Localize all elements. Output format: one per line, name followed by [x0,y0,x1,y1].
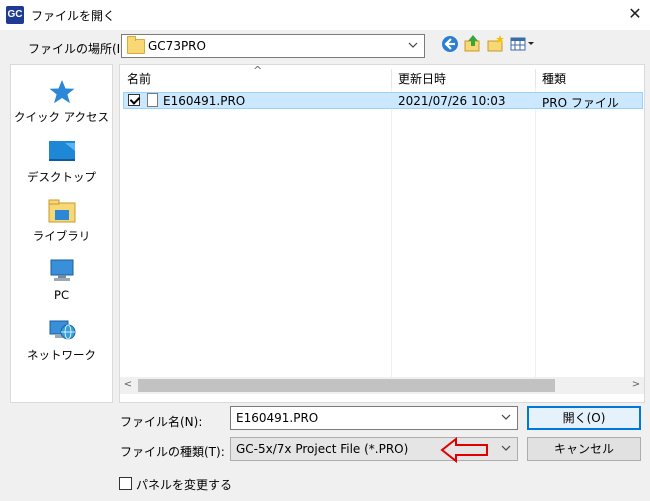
filetype-label: ファイルの種類(T): [120,445,225,459]
scroll-thumb[interactable] [138,379,555,392]
file-modified: 2021/07/26 10:03 [398,94,506,108]
annotation-arrow-icon [440,437,488,463]
filename-label: ファイル名(N): [120,415,203,429]
chevron-down-icon[interactable] [501,443,511,453]
sidebar-item-label: クイック アクセス [13,110,110,124]
sidebar-item-library[interactable]: ライブラリ [11,198,112,244]
desktop-icon [48,141,75,161]
close-icon: ✕ [628,4,642,23]
scroll-left-icon[interactable]: < [120,379,136,390]
window-title: ファイルを開く [31,9,116,23]
library-icon [48,199,75,223]
file-type: PRO ファイル [542,96,619,110]
panel-checkbox[interactable] [119,477,132,490]
column-header-name[interactable]: 名前 [127,70,151,88]
filename-value: E160491.PRO [236,411,319,425]
column-divider[interactable] [535,69,536,87]
column-header-type[interactable]: 種類 [542,70,566,88]
star-icon [49,80,74,104]
view-menu-icon[interactable] [509,34,537,54]
sidebar-item-label: ライブラリ [32,229,91,243]
file-name[interactable]: E160491.PRO [163,94,245,108]
open-button[interactable]: 開く(O) [527,406,641,430]
horizontal-scrollbar[interactable]: < > [120,377,644,394]
file-list[interactable]: ^ 名前 更新日時 種類 E160491.PRO 2021/07/26 10:0… [119,64,645,403]
column-header-modified[interactable]: 更新日時 [398,70,446,88]
location-label: ファイルの場所(I): [28,42,129,56]
file-icon [147,93,158,107]
cancel-button[interactable]: キャンセル [527,437,641,461]
sidebar-item-pc[interactable]: PC [11,258,112,302]
column-guide [391,87,392,377]
sidebar-item-label: デスクトップ [27,170,96,184]
location-combo[interactable]: GC73PRO [121,34,425,58]
scroll-right-icon[interactable]: > [628,379,644,390]
back-icon[interactable] [440,34,460,54]
sidebar-item-label: ネットワーク [27,348,96,362]
chevron-down-icon[interactable] [501,412,511,422]
places-sidebar: クイック アクセス デスクトップ ライブラリ PC ネットワーク [10,64,113,403]
pc-icon [50,259,73,281]
close-button[interactable]: ✕ [620,0,650,30]
chevron-down-icon [408,42,418,48]
network-icon [49,320,75,340]
filetype-value: GC-5x/7x Project File (*.PRO) [236,442,409,456]
sort-indicator-icon: ^ [253,64,263,77]
column-guide [535,87,536,377]
app-icon: GC [6,6,24,24]
up-folder-icon[interactable] [463,34,483,54]
filename-input[interactable]: E160491.PRO [230,406,518,430]
new-folder-icon[interactable] [486,34,506,54]
location-value: GC73PRO [148,39,206,53]
folder-icon [127,36,145,54]
panel-checkbox-label[interactable]: パネルを変更する [136,476,232,493]
sidebar-item-label: PC [54,288,69,302]
sidebar-item-quick-access[interactable]: クイック アクセス [11,79,112,125]
row-checkbox[interactable] [128,94,140,106]
sidebar-item-network[interactable]: ネットワーク [11,317,112,363]
column-divider[interactable] [391,69,392,87]
sidebar-item-desktop[interactable]: デスクトップ [11,139,112,185]
